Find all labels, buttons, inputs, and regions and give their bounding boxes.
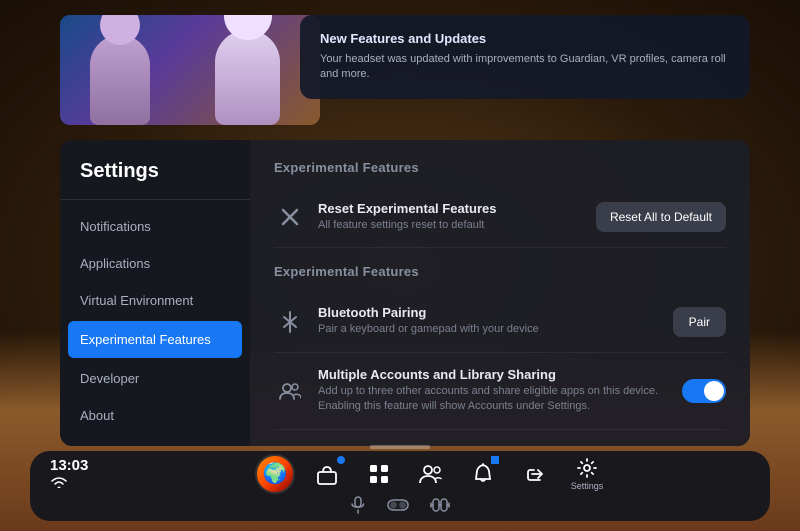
content-area: Experimental Features Reset Experimental… xyxy=(250,140,750,446)
settings-panel: Settings Notifications Applications Virt… xyxy=(60,140,750,446)
sidebar-item-virtual-environment[interactable]: Virtual Environment xyxy=(60,282,250,319)
taskbar-share-icon[interactable] xyxy=(513,452,557,496)
bell-badge xyxy=(491,456,499,464)
accounts-feature-name: Multiple Accounts and Library Sharing xyxy=(318,367,682,382)
avatar: 🌍 xyxy=(255,454,295,494)
sidebar-item-experimental-features[interactable]: Experimental Features xyxy=(68,321,242,358)
reset-all-button[interactable]: Reset All to Default xyxy=(596,202,726,232)
accounts-toggle[interactable] xyxy=(682,379,726,403)
settings-title: Settings xyxy=(60,160,250,200)
taskbar-wifi-icon xyxy=(50,476,68,491)
notification-description: Your headset was updated with improvemen… xyxy=(320,52,730,83)
taskbar-vr-icon[interactable] xyxy=(386,498,410,515)
reset-feature-name: Reset Experimental Features xyxy=(318,201,596,216)
reset-feature-text: Reset Experimental Features All feature … xyxy=(318,201,596,233)
accounts-feature-text: Multiple Accounts and Library Sharing Ad… xyxy=(318,367,682,415)
sidebar: Settings Notifications Applications Virt… xyxy=(60,140,250,446)
sidebar-item-notifications[interactable]: Notifications xyxy=(60,208,250,245)
taskbar-time: 13:03 xyxy=(50,457,88,474)
taskbar-bell-icon[interactable] xyxy=(461,452,505,496)
bluetooth-row: Bluetooth Pairing Pair a keyboard or gam… xyxy=(274,291,726,352)
notification-panel: New Features and Updates Your headset wa… xyxy=(300,15,750,99)
taskbar-settings-icon[interactable]: Settings xyxy=(565,452,609,496)
taskbar-left: 13:03 xyxy=(50,457,100,491)
reset-icon xyxy=(274,201,306,233)
notification-title: New Features and Updates xyxy=(320,31,730,46)
taskbar-inner: 13:03 🌍 xyxy=(45,452,755,521)
vr-banner-image xyxy=(60,15,320,125)
sidebar-item-developer[interactable]: Developer xyxy=(60,360,250,397)
taskbar-sub-row xyxy=(45,496,755,521)
taskbar-people-icon[interactable] xyxy=(409,452,453,496)
taskbar-store-icon[interactable] xyxy=(305,452,349,496)
taskbar-mic-icon[interactable] xyxy=(350,496,366,517)
reset-feature-desc: All feature settings reset to default xyxy=(318,218,596,233)
taskbar-center-icons: 🌍 xyxy=(112,452,750,496)
accounts-icon xyxy=(274,375,306,407)
settings-label: Settings xyxy=(571,481,604,491)
taskbar-apps-icon[interactable] xyxy=(357,452,401,496)
multi-accounts-row: Multiple Accounts and Library Sharing Ad… xyxy=(274,353,726,430)
bluetooth-feature-desc: Pair a keyboard or gamepad with your dev… xyxy=(318,322,673,337)
pair-button[interactable]: Pair xyxy=(673,307,726,337)
taskbar-audio-icon[interactable] xyxy=(430,497,450,516)
accounts-feature-desc: Add up to three other accounts and share… xyxy=(318,384,682,415)
section1-title: Experimental Features xyxy=(274,160,726,175)
bluetooth-feature-name: Bluetooth Pairing xyxy=(318,305,673,320)
sidebar-item-applications[interactable]: Applications xyxy=(60,245,250,282)
bluetooth-feature-text: Bluetooth Pairing Pair a keyboard or gam… xyxy=(318,305,673,337)
section2-title: Experimental Features xyxy=(274,264,726,279)
taskbar: 13:03 🌍 xyxy=(30,451,770,521)
store-badge xyxy=(337,456,345,464)
bluetooth-icon xyxy=(274,306,306,338)
reset-features-row: Reset Experimental Features All feature … xyxy=(274,187,726,248)
sidebar-item-about[interactable]: About xyxy=(60,397,250,434)
scroll-indicator xyxy=(370,445,430,449)
section-divider: Experimental Features xyxy=(274,264,726,279)
taskbar-avatar-icon[interactable]: 🌍 xyxy=(253,452,297,496)
taskbar-main-row: 13:03 🌍 xyxy=(45,452,755,496)
